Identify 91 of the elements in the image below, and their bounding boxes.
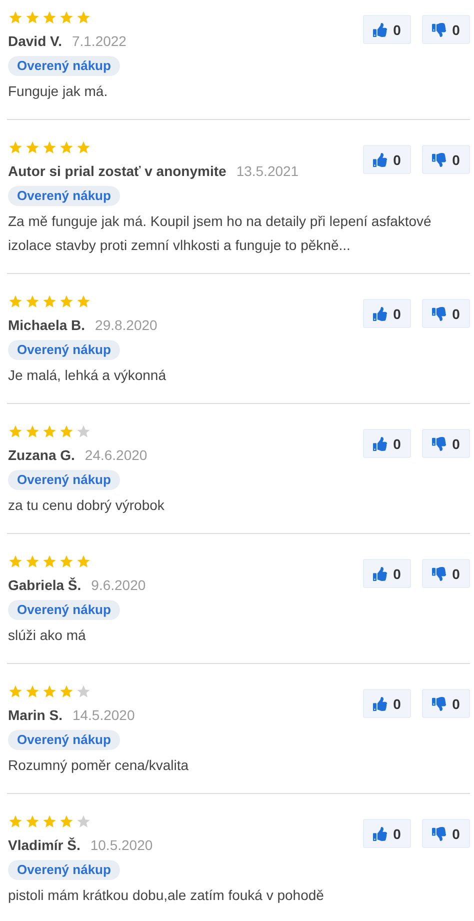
star-icon xyxy=(42,10,57,25)
star-icon xyxy=(76,10,91,25)
review-text: Za mě funguje jak má. Koupil jsem ho na detaily při lepení asfaktové izolace stavby proti zemní vlhkosti a funguje to pěkně... xyxy=(8,212,432,255)
verified-badge: Overený nákup xyxy=(8,860,120,880)
star-icon xyxy=(42,554,57,569)
star-icon xyxy=(25,554,40,569)
thumbs-down-icon xyxy=(432,152,446,166)
thumbs-up-icon xyxy=(373,826,388,840)
review-text: pistoli mám krátkou dobu,ale zatím fouká v pohodě xyxy=(8,886,325,905)
review-date: 9.6.2020 xyxy=(91,576,146,594)
star-icon xyxy=(8,294,23,309)
star-icon xyxy=(59,684,74,699)
review-text: slúži ako má xyxy=(8,626,87,645)
star-icon xyxy=(59,554,74,569)
review-text: Je malá, lehká a výkonná xyxy=(8,366,167,385)
star-icon xyxy=(8,814,23,829)
star-icon xyxy=(8,424,23,439)
dislike-button[interactable]: 0 xyxy=(422,15,470,44)
thumbs-up-icon xyxy=(373,306,388,320)
star-icon xyxy=(8,10,23,25)
star-icon xyxy=(59,424,74,439)
author-name: David V. xyxy=(8,32,62,50)
like-button[interactable]: 0 xyxy=(363,429,411,458)
author-name: Gabriela Š. xyxy=(8,576,82,594)
star-icon xyxy=(42,424,57,439)
dislike-button[interactable]: 0 xyxy=(422,689,470,718)
verified-badge: Overený nákup xyxy=(8,470,120,490)
author-name: Vladimír Š. xyxy=(8,836,80,854)
verified-badge: Overený nákup xyxy=(8,340,120,360)
verified-badge: Overený nákup xyxy=(8,730,120,750)
dislike-button[interactable]: 0 xyxy=(422,819,470,848)
review-date: 24.6.2020 xyxy=(84,446,148,464)
review-date: 10.5.2020 xyxy=(90,836,153,854)
review-text: Funguje jak má. xyxy=(8,82,109,101)
thumbs-down-icon xyxy=(432,306,446,320)
star-icon xyxy=(25,424,40,439)
like-button[interactable]: 0 xyxy=(363,145,411,174)
thumbs-up-icon xyxy=(373,696,388,710)
star-icon xyxy=(42,684,57,699)
thumbs-down-icon xyxy=(432,696,446,710)
star-icon xyxy=(76,684,91,699)
review-text: Rozumný poměr cena/kvalita xyxy=(8,756,190,775)
star-icon xyxy=(25,684,40,699)
verified-badge: Overený nákup xyxy=(8,56,120,76)
thumbs-up-icon xyxy=(373,566,388,580)
verified-badge: Overený nákup xyxy=(8,186,120,206)
star-icon xyxy=(59,814,74,829)
star-icon xyxy=(8,140,23,155)
review-date: 14.5.2020 xyxy=(72,706,135,724)
star-icon xyxy=(59,140,74,155)
thumbs-up-icon xyxy=(373,152,388,166)
author-name: Marin S. xyxy=(8,706,62,724)
dislike-button[interactable]: 0 xyxy=(422,299,470,328)
star-icon xyxy=(76,814,91,829)
thumbs-up-icon xyxy=(373,436,388,450)
like-button[interactable]: 0 xyxy=(363,299,411,328)
star-icon xyxy=(25,814,40,829)
star-icon xyxy=(25,294,40,309)
star-icon xyxy=(59,10,74,25)
star-icon xyxy=(59,294,74,309)
like-button[interactable]: 0 xyxy=(363,15,411,44)
thumbs-down-icon xyxy=(432,826,446,840)
star-icon xyxy=(76,140,91,155)
star-icon xyxy=(8,554,23,569)
like-button[interactable]: 0 xyxy=(363,819,411,848)
like-button[interactable]: 0 xyxy=(363,689,411,718)
star-icon xyxy=(42,814,57,829)
thumbs-down-icon xyxy=(432,566,446,580)
author-name: Zuzana G. xyxy=(8,446,75,464)
review-date: 7.1.2022 xyxy=(72,32,126,50)
star-icon xyxy=(25,10,40,25)
review-date: 29.8.2020 xyxy=(95,316,158,334)
star-icon xyxy=(76,424,91,439)
star-icon xyxy=(42,140,57,155)
like-button[interactable]: 0 xyxy=(363,559,411,588)
dislike-button[interactable]: 0 xyxy=(422,559,470,588)
review-date: 13.5.2021 xyxy=(236,162,299,180)
thumbs-down-icon xyxy=(432,22,446,36)
author-name: Michaela B. xyxy=(8,316,86,334)
star-icon xyxy=(42,294,57,309)
author-name: Autor si prial zostať v anonymite xyxy=(8,162,226,180)
review-text: za tu cenu dobrý výrobok xyxy=(8,496,166,515)
thumbs-down-icon xyxy=(432,436,446,450)
star-icon xyxy=(8,684,23,699)
thumbs-up-icon xyxy=(373,22,388,36)
star-icon xyxy=(76,294,91,309)
star-icon xyxy=(76,554,91,569)
dislike-button[interactable]: 0 xyxy=(422,145,470,174)
dislike-button[interactable]: 0 xyxy=(422,429,470,458)
star-icon xyxy=(25,140,40,155)
verified-badge: Overený nákup xyxy=(8,600,120,620)
